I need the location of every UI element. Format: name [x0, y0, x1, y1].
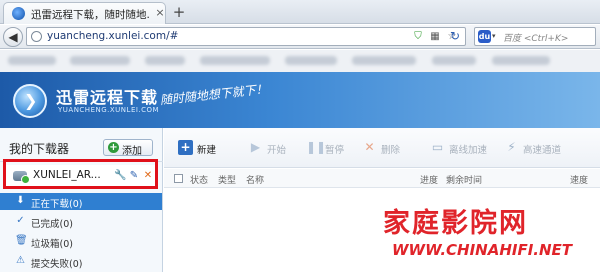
- play-icon: ▶: [250, 140, 261, 154]
- select-all-checkbox[interactable]: [174, 174, 183, 183]
- sidebar-item-completed[interactable]: ✓ 已完成(0): [0, 213, 162, 230]
- delete-label: 删除: [381, 145, 401, 156]
- blurred-bookmark: [145, 56, 185, 65]
- sidebar-item-downloading[interactable]: ⬇ 正在下载(0): [0, 193, 162, 210]
- engine-dropdown-icon[interactable]: ▾: [492, 33, 498, 40]
- offline-accel-label: 离线加速: [449, 145, 488, 156]
- sidebar-title: 我的下载器: [9, 142, 70, 156]
- address-bar[interactable]: yuancheng.xunlei.com/# ⛉ ▦ ☆: [26, 27, 466, 46]
- sidebar-item-label: 垃圾箱(0): [31, 239, 73, 250]
- column-progress[interactable]: 进度: [420, 173, 438, 186]
- check-icon: ✓: [16, 215, 25, 226]
- highspeed-label: 高速通道: [523, 145, 562, 156]
- delete-x-icon: ✕: [364, 140, 375, 154]
- sidebar-item-label: 提交失败(0): [31, 259, 83, 270]
- search-placeholder[interactable]: 百度 <Ctrl+K>: [503, 31, 595, 44]
- sidebar-item-label: 已完成(0): [31, 219, 73, 230]
- xunlei-favicon-icon: [12, 7, 25, 20]
- start-button[interactable]: ▶ 开始: [248, 140, 298, 156]
- watermark-title: 家庭影院网: [383, 208, 528, 239]
- shield-icon[interactable]: ⛉: [412, 31, 424, 43]
- browser-tab-strip: 迅雷远程下载，随时随地... × +: [0, 0, 600, 24]
- monitor-icon: ▭: [431, 140, 444, 154]
- logo-title[interactable]: 迅雷远程下载: [56, 84, 157, 107]
- add-button-label: 添加: [122, 146, 142, 157]
- new-task-button[interactable]: + 新建: [178, 140, 228, 156]
- blurred-bookmark: [432, 56, 476, 65]
- pause-label: 暂停: [325, 145, 345, 156]
- qr-code-icon[interactable]: ▦: [429, 31, 441, 43]
- sidebar-item-label: 正在下载(0): [31, 199, 83, 210]
- task-table-header: 状态 类型 名称 进度 剩余时间 速度: [164, 169, 600, 188]
- column-speed[interactable]: 速度: [570, 173, 588, 186]
- sidebar-item-failed[interactable]: ⚠ 提交失败(0): [0, 253, 162, 270]
- offline-accel-button[interactable]: ▭ 离线加速: [430, 140, 496, 156]
- delete-button[interactable]: ✕ 删除: [362, 140, 412, 156]
- router-device-icon: [13, 171, 30, 184]
- back-button[interactable]: ◀: [3, 27, 23, 47]
- baidu-engine-icon[interactable]: du: [478, 30, 491, 43]
- start-label: 开始: [267, 145, 287, 156]
- warning-icon: ⚠: [16, 255, 25, 266]
- slogan: 随时随地想下就下！: [159, 81, 269, 108]
- blurred-bookmark: [492, 56, 550, 65]
- blurred-bookmark: [352, 56, 416, 65]
- blurred-bookmark: [8, 56, 56, 65]
- trash-icon: 🗑: [15, 235, 28, 246]
- edit-pencil-icon[interactable]: ✎: [128, 169, 140, 182]
- blurred-bookmark: [200, 56, 270, 65]
- sidebar-header: 我的下载器 + 添加: [0, 128, 163, 162]
- url-text[interactable]: yuancheng.xunlei.com/#: [47, 30, 347, 43]
- tab-title: 迅雷远程下载，随时随地...: [31, 9, 149, 20]
- search-bar[interactable]: du ▾ 百度 <Ctrl+K>: [474, 27, 596, 46]
- site-info-icon[interactable]: [31, 31, 42, 42]
- browser-nav-bar: ◀ yuancheng.xunlei.com/# ⛉ ▦ ☆ ↻ du ▾ 百度…: [0, 25, 600, 49]
- main-toolbar: + 新建 ▶ 开始 ❚❚ 暂停 ✕ 删除 ▭ 离线加速 ⚡ 高速通道: [164, 128, 600, 168]
- blurred-bookmark: [285, 56, 337, 65]
- watermark-url: WWW.CHINAHIFI.NET: [392, 241, 573, 259]
- delete-device-icon[interactable]: ✕: [142, 169, 154, 182]
- app-header: ❯ 迅雷远程下载 YUANCHENG.XUNLEI.COM 随时随地想下就下！: [0, 72, 600, 128]
- lightning-icon: ⚡: [507, 140, 516, 154]
- pause-button[interactable]: ❚❚ 暂停: [306, 140, 356, 156]
- sidebar: 我的下载器 + 添加 XUNLEI_AR... 🔧 ✎ ✕ ⬇ 正在下载(0) …: [0, 128, 163, 272]
- downloader-device-row[interactable]: XUNLEI_AR... 🔧 ✎ ✕: [5, 165, 155, 187]
- column-status[interactable]: 状态: [190, 173, 208, 186]
- logo-arrow-icon: ❯: [24, 91, 38, 110]
- plus-circle-icon: +: [108, 142, 119, 153]
- browser-tab[interactable]: 迅雷远程下载，随时随地... ×: [3, 2, 166, 24]
- plus-square-icon: +: [178, 140, 193, 155]
- tab-close-icon[interactable]: ×: [154, 6, 166, 20]
- column-type[interactable]: 类型: [218, 173, 236, 186]
- new-tab-icon[interactable]: +: [172, 4, 186, 20]
- column-remaining[interactable]: 剩余时间: [446, 173, 482, 186]
- highspeed-channel-button[interactable]: ⚡ 高速通道: [504, 140, 570, 156]
- bookmarks-bar: [0, 50, 600, 72]
- logo-domain: YUANCHENG.XUNLEI.COM: [58, 106, 160, 114]
- new-task-label: 新建: [197, 145, 217, 156]
- refresh-icon[interactable]: ↻: [450, 29, 464, 43]
- blurred-bookmark: [70, 56, 130, 65]
- download-arrow-icon: ⬇: [16, 195, 25, 206]
- wrench-icon[interactable]: 🔧: [114, 169, 126, 182]
- pause-icon: ❚❚: [306, 140, 327, 154]
- column-name[interactable]: 名称: [246, 173, 264, 186]
- device-name[interactable]: XUNLEI_AR...: [33, 169, 105, 183]
- sidebar-item-trash[interactable]: 🗑 垃圾箱(0): [0, 233, 162, 250]
- xunlei-logo-icon[interactable]: ❯: [13, 84, 47, 118]
- add-downloader-button[interactable]: + 添加: [103, 139, 153, 157]
